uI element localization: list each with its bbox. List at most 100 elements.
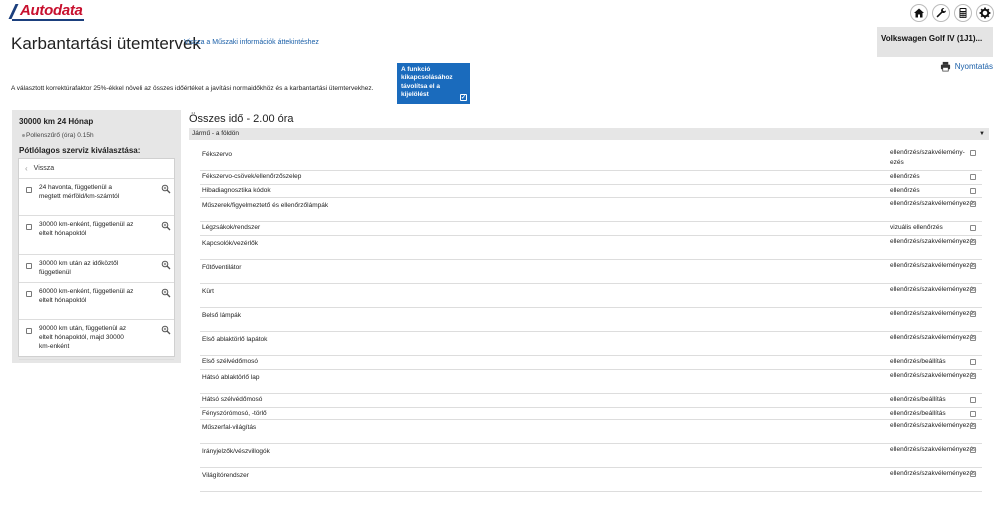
task-checkbox[interactable]: [970, 150, 976, 156]
task-action: ellenőrzés: [890, 173, 920, 180]
task-name: Kürt: [202, 288, 214, 295]
task-checkbox[interactable]: [970, 263, 976, 269]
print-link[interactable]: Nyomtatás: [940, 61, 993, 72]
task-checkbox[interactable]: [970, 188, 976, 194]
task-row: Hibadiagnosztika kódok ellenőrzés: [200, 185, 982, 198]
task-row: Hátsó ablaktörlő lap ellenőrzés/szakvélem…: [200, 370, 982, 394]
calculator-icon[interactable]: [954, 4, 972, 22]
disable-function-label: A funkció kikapcsolásához távolítsa el a…: [401, 66, 453, 99]
task-row: Műszerfal-világítás ellenőrzés/szakvélemé…: [200, 420, 982, 444]
task-checkbox[interactable]: [970, 335, 976, 341]
service-option-label: 90000 km után, függetlenül az eltelt hón…: [39, 325, 127, 350]
task-row: Belső lámpák ellenőrzés/szakvéleményezés: [200, 308, 982, 332]
task-checkbox[interactable]: [970, 447, 976, 453]
category-label: Jármű - a földön: [192, 130, 239, 137]
task-name: Világítórendszer: [202, 472, 249, 479]
service-option-label: 24 havonta, függetlenül a megtett mérföl…: [39, 184, 120, 200]
task-row: Első ablaktörlő lapátok ellenőrzés/szakvé…: [200, 332, 982, 356]
additional-service-heading: Pótlólagos szerviz kiválasztása:: [19, 146, 141, 155]
service-option-item[interactable]: 30000 km után az időköztől függetlenül: [19, 255, 174, 283]
task-checkbox[interactable]: [970, 239, 976, 245]
list-back-button[interactable]: ‹ Vissza: [19, 159, 174, 179]
pollen-filter-label: Pollenszűrő (óra) 0.15h: [26, 132, 94, 139]
bullet-icon: [22, 134, 25, 137]
task-checkbox[interactable]: [970, 423, 976, 429]
correction-factor-info: A választott korrektúrafaktor 25%-ékkel …: [11, 85, 374, 92]
task-name: Hibadiagnosztika kódok: [202, 187, 271, 194]
task-checkbox[interactable]: [970, 287, 976, 293]
task-action: ellenőrzés/szakvéleményezés: [890, 372, 977, 379]
task-row: Világítórendszer ellenőrzés/szakvéleménye…: [200, 468, 982, 492]
task-action: ellenőrzés/szakvéleményezés: [890, 446, 977, 453]
task-checkbox[interactable]: [970, 174, 976, 180]
zoom-icon[interactable]: [161, 325, 171, 335]
task-name: Első szélvédőmosó: [202, 358, 258, 365]
task-action: ellenőrzés/szakvéleményezés: [890, 310, 977, 317]
service-option-checkbox[interactable]: [26, 187, 32, 193]
checked-icon[interactable]: ✓: [460, 94, 467, 101]
additional-service-list: ‹ Vissza 24 havonta, függetlenül a megtet…: [18, 158, 175, 360]
service-interval-panel: 30000 km 24 Hónap Pollenszűrő (óra) 0.15…: [12, 110, 181, 363]
task-checkbox[interactable]: [970, 471, 976, 477]
service-option-item[interactable]: 30000 km-enként, függetlenül az eltelt h…: [19, 216, 174, 255]
task-row: Fékszervo ellenőrzés/szakvélemény­ezés: [200, 147, 982, 171]
task-action: ellenőrzés/szakvéleményezés: [890, 238, 977, 245]
service-option-item[interactable]: 60000 km-enként, függetlenül az eltelt h…: [19, 283, 174, 320]
service-option-checkbox[interactable]: [26, 328, 32, 334]
zoom-icon[interactable]: [161, 260, 171, 270]
autodata-logo[interactable]: Autodata: [8, 2, 84, 22]
pollen-filter-item: Pollenszűrő (óra) 0.15h: [22, 132, 94, 139]
task-name: Műszerfal-világítás: [202, 424, 257, 431]
task-checkbox[interactable]: [970, 311, 976, 317]
task-row: Hátsó szélvédőmosó ellenőrzés/beállítás: [200, 394, 982, 408]
page-title: Karbantartási ütemtervek: [11, 34, 201, 53]
category-dropdown[interactable]: Jármű - a földön ▼: [189, 128, 989, 140]
task-row: Kürt ellenőrzés/szakvéleményezés: [200, 284, 982, 308]
back-to-overview-link[interactable]: Vissza a Műszaki információk áttekintésh…: [184, 39, 319, 46]
chevron-down-icon: ▼: [979, 131, 985, 137]
service-option-item[interactable]: 90000 km után, függetlenül az eltelt hón…: [19, 320, 174, 360]
task-checkbox[interactable]: [970, 411, 976, 417]
task-name: Kapcsolók/vezérlők: [202, 240, 258, 247]
task-row: Kapcsolók/vezérlők ellenőrzés/szakvélemén…: [200, 236, 982, 260]
task-name: Hátsó szélvédőmosó: [202, 396, 263, 403]
zoom-icon[interactable]: [161, 221, 171, 231]
task-name: Irányjelzők/vészvillogók: [202, 448, 270, 455]
top-icons: [910, 4, 994, 22]
task-name: Műszerek/figyelmeztető és ellenőrzőlámpá…: [202, 202, 329, 209]
task-checkbox[interactable]: [970, 373, 976, 379]
service-option-item[interactable]: 24 havonta, függetlenül a megtett mérföl…: [19, 179, 174, 216]
task-action: ellenőrzés/beállítás: [890, 396, 946, 403]
task-table: Fékszervo ellenőrzés/szakvélemény­ezés Fék…: [200, 147, 982, 492]
task-checkbox[interactable]: [970, 201, 976, 207]
task-checkbox[interactable]: [970, 359, 976, 365]
disable-function-button[interactable]: A funkció kikapcsolásához távolítsa el a…: [397, 63, 470, 104]
service-option-checkbox[interactable]: [26, 291, 32, 297]
wrench-icon[interactable]: [932, 4, 950, 22]
task-row: Fényszórómosó, -törlő ellenőrzés/beállítá…: [200, 408, 982, 420]
gear-icon[interactable]: [976, 4, 994, 22]
service-option-checkbox[interactable]: [26, 224, 32, 230]
service-option-checkbox[interactable]: [26, 263, 32, 269]
print-label: Nyomtatás: [954, 62, 993, 71]
zoom-icon[interactable]: [161, 184, 171, 194]
task-checkbox[interactable]: [970, 397, 976, 403]
service-option-label: 30000 km után az időköztől függetlenül: [39, 260, 119, 276]
home-icon[interactable]: [910, 4, 928, 22]
service-option-label: 60000 km-enként, függetlenül az eltelt h…: [39, 288, 134, 304]
task-checkbox[interactable]: [970, 225, 976, 231]
list-back-label: Vissza: [33, 165, 55, 172]
task-name: Első ablaktörlő lapátok: [202, 336, 268, 343]
task-action: vizuális ellenőrzés: [890, 224, 943, 231]
logo-underline: [12, 19, 84, 21]
task-row: Fékszervo-csövek/ellenőrzőszelep ellenőrz…: [200, 171, 982, 185]
task-action: ellenőrzés/beállítás: [890, 410, 946, 417]
total-time-title: Összes idő - 2.00 óra: [189, 113, 294, 125]
task-name: Fékszervo: [202, 151, 232, 158]
vehicle-box[interactable]: Volkswagen Golf IV (1J1)...: [877, 27, 993, 57]
task-action: ellenőrzés/szakvéleményezés: [890, 286, 977, 293]
task-row: Műszerek/figyelmeztető és ellenőrzőlámpá…: [200, 198, 982, 222]
task-name: Belső lámpák: [202, 312, 242, 319]
task-action: ellenőrzés: [890, 187, 920, 194]
zoom-icon[interactable]: [161, 288, 171, 298]
